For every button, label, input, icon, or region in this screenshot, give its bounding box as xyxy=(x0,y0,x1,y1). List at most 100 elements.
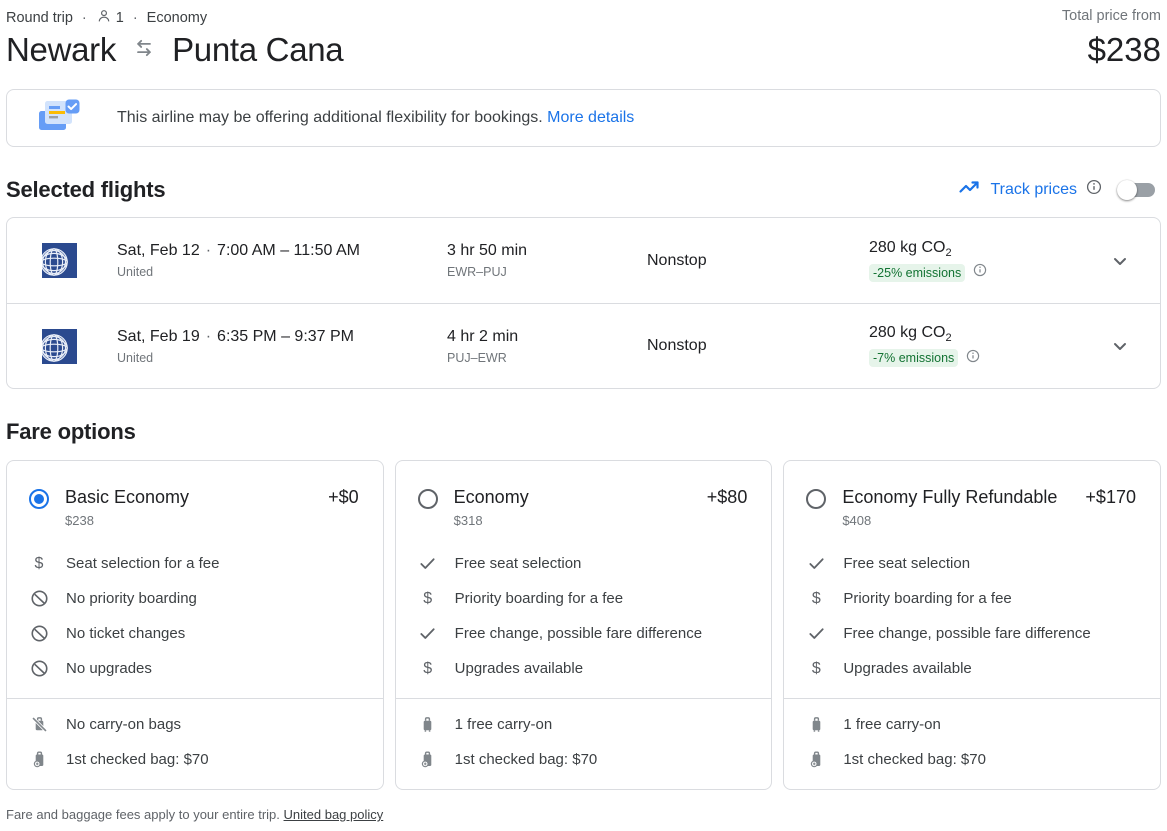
feature-text: No upgrades xyxy=(66,660,152,677)
feature-text: Priority boarding for a fee xyxy=(455,590,623,607)
fare-radio[interactable] xyxy=(418,489,438,509)
check-icon xyxy=(418,624,438,644)
carry-on-icon xyxy=(418,715,438,735)
fare-options-header: Fare options xyxy=(6,419,1161,445)
dollar-icon: $ xyxy=(418,659,438,679)
fare-price: $408 xyxy=(842,513,1057,528)
fare-radio[interactable] xyxy=(806,489,826,509)
united-airlines-logo xyxy=(42,243,77,278)
origin-city: Newark xyxy=(6,31,116,69)
feature-row: $ Priority boarding for a fee xyxy=(784,581,1160,616)
trip-type-label: Round trip xyxy=(6,10,73,26)
banner-message: This airline may be offering additional … xyxy=(117,109,543,126)
feature-row: $ Upgrades available xyxy=(396,651,772,686)
dollar-icon: $ xyxy=(806,659,826,679)
cabin-class-label: Economy xyxy=(147,10,207,26)
fare-delta: +$170 xyxy=(1077,487,1136,508)
baggage-text: No carry-on bags xyxy=(66,716,181,733)
check-icon xyxy=(418,554,438,574)
fare-card-economy-fully-refundable[interactable]: Economy Fully Refundable $408 +$170 Free… xyxy=(783,460,1161,790)
feature-row: $ Seat selection for a fee xyxy=(7,546,383,581)
baggage-row: 1st checked bag: $70 xyxy=(784,742,1160,777)
feature-text: Free seat selection xyxy=(455,555,582,572)
blocked-icon xyxy=(29,659,49,679)
dot-separator: · xyxy=(206,328,211,345)
dollar-icon: $ xyxy=(806,589,826,609)
fare-name: Basic Economy xyxy=(65,487,189,508)
info-icon[interactable] xyxy=(973,263,987,282)
fare-price: $318 xyxy=(454,513,529,528)
blocked-icon xyxy=(29,589,49,609)
co2-value: 280 kg CO2 xyxy=(869,324,1107,344)
topbar: Round trip · 1 · Economy Total price fro… xyxy=(6,8,1161,28)
fare-radio[interactable] xyxy=(29,489,49,509)
flight-datetime: Sat, Feb 19 · 6:35 PM – 9:37 PM xyxy=(117,328,447,346)
flight-duration-col: 4 hr 2 min PUJ–EWR xyxy=(447,328,647,365)
trending-up-icon xyxy=(957,175,981,204)
feature-row: No ticket changes xyxy=(7,616,383,651)
breadcrumb-dot: · xyxy=(133,10,138,26)
feature-text: No ticket changes xyxy=(66,625,185,642)
flight-date: Sat, Feb 12 xyxy=(117,242,200,259)
airline-name: United xyxy=(117,351,447,365)
emissions-col: 280 kg CO2 -25% emissions xyxy=(869,239,1107,282)
flight-info: Sat, Feb 12·7:00 AM – 11:50 AM United xyxy=(117,242,447,279)
flight-duration: 4 hr 2 min xyxy=(447,328,647,346)
info-icon[interactable] xyxy=(1086,179,1102,200)
emissions-badge: -25% emissions xyxy=(869,264,965,282)
feature-text: Free change, possible fare difference xyxy=(455,625,702,642)
flight-datetime: Sat, Feb 12·7:00 AM – 11:50 AM xyxy=(117,242,447,260)
flight-times: 6:35 PM – 9:37 PM xyxy=(217,328,354,345)
feature-text: Upgrades available xyxy=(843,660,971,677)
route-codes: PUJ–EWR xyxy=(447,351,647,365)
info-icon[interactable] xyxy=(966,349,980,368)
flight-duration: 3 hr 50 min xyxy=(447,242,647,260)
baggage-text: 1st checked bag: $70 xyxy=(66,751,209,768)
fare-name: Economy xyxy=(454,487,529,508)
breadcrumb-dot: · xyxy=(82,10,87,26)
bag-policy-link[interactable]: United bag policy xyxy=(284,807,384,822)
baggage-row: No carry-on bags xyxy=(7,707,383,742)
track-prices-label[interactable]: Track prices xyxy=(990,181,1077,199)
fare-options-title: Fare options xyxy=(6,419,136,445)
title-row: Newark Punta Cana $238 xyxy=(6,31,1161,69)
feature-text: Seat selection for a fee xyxy=(66,555,219,572)
co2-value: 280 kg CO2 xyxy=(869,239,1107,259)
united-airlines-logo xyxy=(42,329,77,364)
fare-cards: Basic Economy $238 +$0 $ Seat selection … xyxy=(6,460,1161,790)
ticket-flexibility-icon xyxy=(37,98,81,139)
fare-delta: +$80 xyxy=(699,487,748,508)
checked-bag-icon xyxy=(806,750,826,770)
feature-row: $ Priority boarding for a fee xyxy=(396,581,772,616)
chevron-down-icon[interactable] xyxy=(1108,334,1146,358)
flight-row-outbound[interactable]: Sat, Feb 12·7:00 AM – 11:50 AM United 3 … xyxy=(7,218,1160,303)
checked-bag-icon xyxy=(418,750,438,770)
feature-row: Free seat selection xyxy=(784,546,1160,581)
chevron-down-icon[interactable] xyxy=(1108,249,1146,273)
feature-text: No priority boarding xyxy=(66,590,197,607)
fare-name: Economy Fully Refundable xyxy=(842,487,1057,508)
check-icon xyxy=(806,554,826,574)
track-prices-toggle[interactable] xyxy=(1119,183,1155,197)
total-price-value: $238 xyxy=(1088,31,1161,69)
check-icon xyxy=(806,624,826,644)
banner-text: This airline may be offering additional … xyxy=(117,109,634,127)
flight-row-return[interactable]: Sat, Feb 19 · 6:35 PM – 9:37 PM United 4 h… xyxy=(7,303,1160,388)
selected-flights-title: Selected flights xyxy=(6,177,165,203)
fare-card-economy[interactable]: Economy $318 +$80 Free seat selection $ … xyxy=(395,460,773,790)
passenger-count-value: 1 xyxy=(116,10,124,26)
selected-flights-header: Selected flights Track prices xyxy=(6,175,1161,204)
person-icon xyxy=(96,8,112,28)
footer-note: Fare and baggage fees apply to your enti… xyxy=(6,807,1161,822)
fare-card-basic-economy[interactable]: Basic Economy $238 +$0 $ Seat selection … xyxy=(6,460,384,790)
breadcrumb: Round trip · 1 · Economy xyxy=(6,8,207,28)
checked-bag-icon xyxy=(29,750,49,770)
more-details-link[interactable]: More details xyxy=(547,109,634,126)
baggage-row: 1 free carry-on xyxy=(396,707,772,742)
destination-city: Punta Cana xyxy=(172,31,343,69)
flight-times: 7:00 AM – 11:50 AM xyxy=(217,242,360,259)
flight-date: Sat, Feb 19 xyxy=(117,328,200,345)
baggage-row: 1 free carry-on xyxy=(784,707,1160,742)
flight-info: Sat, Feb 19 · 6:35 PM – 9:37 PM United xyxy=(117,328,447,365)
passenger-count: 1 xyxy=(96,8,124,28)
